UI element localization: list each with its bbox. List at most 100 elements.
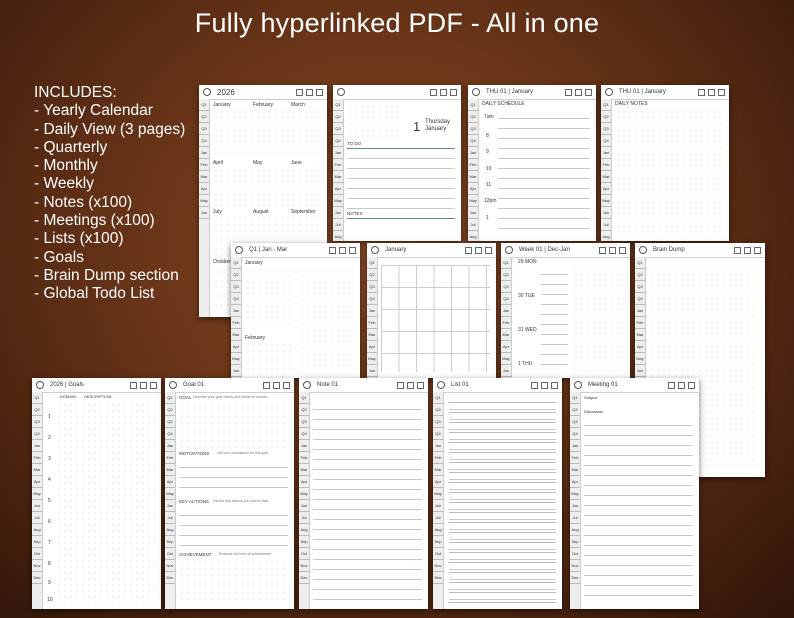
- side-tabs: Q1 Q2 Q3 Q4 Jan Feb Mar Apr May Jun Jul Aug: [601, 99, 612, 241]
- time-label: 11: [486, 182, 492, 188]
- lightbulb-icon: [235, 246, 243, 254]
- toolbar-icons: [430, 88, 457, 96]
- include-item: - Meetings (x100): [34, 212, 155, 230]
- daily-view-page-2: THU 01 | January Q1 Q2 Q3 Q4 Jan Feb Mar Apr May…: [468, 85, 596, 241]
- month-label: April: [213, 160, 224, 166]
- todo-header: TO DO: [347, 141, 455, 149]
- page-title: Fully hyperlinked PDF - All in one: [194, 8, 600, 38]
- page-heading: THU 01 | January: [619, 89, 666, 95]
- toolbar-icons: [734, 246, 761, 254]
- page-heading: Week 01 | Dec-Jan: [519, 247, 570, 253]
- list-page: List 01 Q1 Q2 Q3 Q4 Jan Feb Mar Apr May Jun Jul Aug…: [433, 378, 562, 609]
- time-label: 1: [486, 215, 489, 221]
- page-heading: Note 01: [317, 382, 339, 388]
- weekday-label: 29 MON: [518, 259, 537, 265]
- notes-dots: [615, 109, 723, 235]
- goal-detail-page: Goal 01 Q1 Q2 Q3 Q4 Jan Feb Mar Apr May Jun Jul Aug…: [165, 378, 294, 609]
- goals-table: [56, 402, 155, 603]
- toolbar-icons: [130, 381, 157, 389]
- lightbulb-icon: [639, 246, 647, 254]
- goal-dots: [179, 402, 288, 448]
- day-name: Thursday: [425, 119, 451, 125]
- lightbulb-icon: [605, 88, 613, 96]
- page-heading: Brain Dump: [653, 247, 685, 253]
- goals-page: 2026 | Goals Q1 Q2 Q3 Q4 Jan Feb Mar Apr May Jun J…: [32, 378, 161, 609]
- include-item: - Lists (x100): [34, 230, 124, 248]
- page-heading: 2026 | Goals: [50, 382, 84, 388]
- include-item: - Goals: [34, 248, 84, 266]
- lightbulb-icon: [574, 381, 582, 389]
- time-label: 8: [486, 133, 489, 139]
- lightbulb-icon: [437, 381, 445, 389]
- month-label: May: [253, 160, 263, 166]
- goal-row-number: 4: [48, 477, 51, 483]
- section-label: DAILY SCHEDULE: [482, 101, 525, 107]
- notes-dots: [299, 267, 354, 372]
- toolbar-icons: [397, 381, 424, 389]
- discussion-label: Discussion: [584, 409, 604, 414]
- page-toolbar: Meeting 01: [570, 378, 699, 393]
- calendar-grid: [213, 167, 321, 207]
- goal-row-number: 9: [48, 580, 51, 586]
- goal-row-number: 7: [48, 540, 51, 546]
- motivations-lines: [179, 458, 288, 492]
- lightbulb-icon: [169, 381, 177, 389]
- include-item: - Brain Dump section: [34, 266, 179, 284]
- month-label: January: [213, 102, 231, 108]
- lightbulb-icon: [337, 88, 345, 96]
- month-label: February: [245, 335, 266, 341]
- subject-label: Subject: [584, 395, 598, 400]
- toolbar-icons: [599, 246, 626, 254]
- include-item: - Monthly: [34, 157, 98, 175]
- month-label: March: [291, 102, 305, 108]
- side-tabs: Q1Q2Q3Q4JanFebMarAprMayJunJulAugSepOctNo…: [570, 392, 581, 609]
- month-grid: [381, 265, 490, 372]
- month-label: February: [253, 102, 274, 108]
- side-tabs: Q1Q2Q3Q4JanFebMarAprMayJunJulAugSepOctNo…: [433, 392, 444, 609]
- motivations-label: MOTIVATIONS: [179, 451, 210, 456]
- lightbulb-icon: [472, 88, 480, 96]
- day-number: 1: [413, 119, 421, 134]
- include-item: - Yearly Calendar: [34, 102, 153, 120]
- include-item: - Notes (x100): [34, 193, 133, 211]
- side-tabs: Q1 Q2 Q3 Q4 Jan Feb Mar Apr May Jun Jul Aug: [333, 99, 344, 241]
- month-label: September: [291, 209, 316, 215]
- weekly-notes-dots: [573, 265, 624, 372]
- page-heading: 2026: [217, 87, 235, 97]
- notes-header: NOTES: [347, 211, 455, 219]
- month-label: January: [245, 260, 263, 266]
- side-tabs: Q1Q2Q3Q4JanFebMarAprMayJunJulAugSepOctNo…: [165, 392, 176, 609]
- page-toolbar: List 01: [433, 378, 562, 393]
- toolbar-icons: [531, 381, 558, 389]
- page-heading: Meeting 01: [588, 382, 618, 388]
- side-tabs: Q1 Q2 Q3 Q4 Jan Feb Mar Apr May Jun: [501, 257, 512, 378]
- page-toolbar: [333, 85, 461, 100]
- day-month: January: [425, 126, 447, 132]
- daily-view-page-3: THU 01 | January Q1 Q2 Q3 Q4 Jan Feb Mar Apr May…: [601, 85, 729, 241]
- key-actions-lines: [179, 506, 288, 550]
- lightbulb-icon: [203, 88, 211, 96]
- page-heading: Q1 | Jan - Mar: [249, 247, 288, 253]
- page-toolbar: 2026: [199, 85, 327, 100]
- time-label: 7am: [484, 114, 494, 120]
- goal-row-number: 8: [48, 561, 51, 567]
- toolbar-icons: [698, 88, 725, 96]
- toolbar-icons: [565, 88, 592, 96]
- includes-heading: INCLUDES:: [34, 84, 117, 101]
- schedule-lines: [498, 109, 590, 235]
- toolbar-icons: [263, 381, 290, 389]
- side-tabs: Q1 Q2 Q3 Q4 Jan Feb Mar Apr May Jun Jul Aug: [468, 99, 479, 241]
- include-item: - Quarterly: [34, 138, 108, 156]
- side-tabs: Q1 Q2 Q3 Q4 Jan Feb Mar Apr May Jun: [199, 99, 210, 317]
- calendar-grid: [213, 109, 321, 157]
- page-toolbar: 2026 | Goals: [32, 378, 161, 393]
- include-item: - Daily View (3 pages): [34, 120, 186, 138]
- month-label: October: [213, 259, 231, 265]
- page-toolbar: THU 01 | January: [468, 85, 596, 100]
- achievement-label: ACHIEVEMENT: [179, 552, 212, 557]
- page-heading: January: [385, 247, 407, 253]
- monthly-page: January Q1 Q2 Q3 Q4 Jan Feb Mar Apr May Jun: [367, 243, 496, 378]
- side-tabs: Q1 Q2 Q3 Q4 Jan Feb Mar Apr May Jun: [231, 257, 242, 378]
- achievement-dots: [179, 560, 288, 603]
- daily-view-page-1: Q1 Q2 Q3 Q4 Jan Feb Mar Apr May Jun Jul Aug 1 Thurs…: [333, 85, 461, 241]
